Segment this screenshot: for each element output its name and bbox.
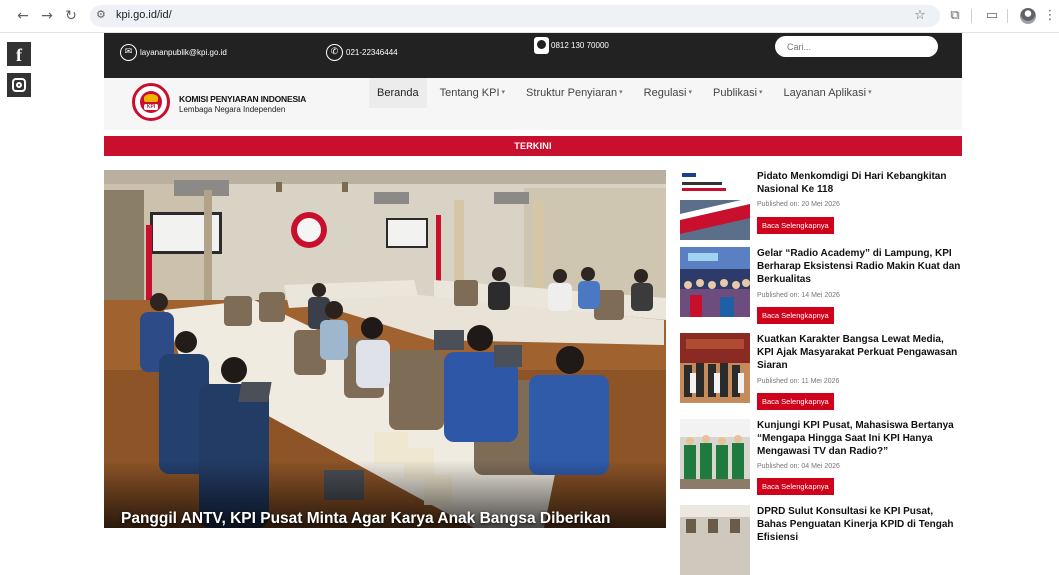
logo-garuda bbox=[144, 94, 158, 102]
brand-name[interactable]: KOMISI PENYIARAN INDONESIA bbox=[179, 94, 306, 104]
news-date: Published on: 14 Mei 2026 bbox=[757, 292, 840, 299]
toolbar-divider bbox=[1007, 9, 1008, 23]
site-header: KPI KOMISI PENYIARAN INDONESIA Lembaga N… bbox=[104, 78, 962, 130]
news-title[interactable]: DPRD Sulut Konsultasi ke KPI Pusat, Baha… bbox=[757, 505, 962, 544]
brand-tagline: Lembaga Negara Independen bbox=[179, 105, 286, 114]
nav-regulasi[interactable]: Regulasi ▾ bbox=[636, 78, 700, 108]
news-thumbnail[interactable] bbox=[680, 505, 750, 575]
whatsapp-text: 0812 130 70000 bbox=[551, 40, 609, 50]
email-contact[interactable]: ✉ layananpublik@kpi.go.id bbox=[120, 42, 227, 62]
news-date: Published on: 04 Mei 2026 bbox=[757, 463, 840, 470]
nav-publikasi[interactable]: Publikasi ▾ bbox=[705, 78, 771, 108]
nav-label: Regulasi bbox=[643, 87, 687, 99]
main-nav: Beranda Tentang KPI ▾ Struktur Penyiaran ▾ Re… bbox=[369, 78, 885, 108]
news-date: Published on: 11 Mei 2026 bbox=[757, 378, 840, 385]
news-title[interactable]: Gelar “Radio Academy” di Lampung, KPI Be… bbox=[757, 247, 962, 286]
news-title[interactable]: Kunjungi KPI Pusat, Mahasiswa Bertanya “… bbox=[757, 419, 962, 458]
chevron-down-icon: ▾ bbox=[619, 89, 623, 97]
section-heading: TERKINI bbox=[104, 136, 962, 156]
instagram-icon[interactable] bbox=[7, 73, 31, 97]
nav-tentang-kpi[interactable]: Tentang KPI ▾ bbox=[432, 78, 513, 108]
hero-feature[interactable]: Panggil ANTV, KPI Pusat Minta Agar Karya… bbox=[104, 170, 666, 528]
nav-label: Tentang KPI bbox=[439, 87, 500, 99]
chevron-down-icon: ▾ bbox=[688, 89, 692, 97]
nav-label: Struktur Penyiaran bbox=[526, 87, 618, 99]
menu-kebab-icon[interactable]: ⋮ bbox=[1041, 7, 1059, 25]
facebook-icon[interactable]: f bbox=[7, 42, 31, 66]
address-bar[interactable]: ⚙ kpi.go.id/id/ bbox=[90, 5, 940, 27]
whatsapp-icon bbox=[534, 36, 549, 54]
site-settings-icon[interactable]: ⚙ bbox=[96, 8, 106, 21]
extensions-icon[interactable]: ⧉ bbox=[946, 7, 964, 25]
search-input[interactable] bbox=[775, 36, 938, 57]
profile-avatar[interactable] bbox=[1020, 8, 1036, 24]
forward-icon[interactable]: → bbox=[38, 7, 56, 25]
bookmark-star-icon[interactable]: ☆ bbox=[911, 7, 929, 25]
url-text[interactable]: kpi.go.id/id/ bbox=[116, 9, 172, 21]
read-more-button[interactable]: Baca Selengkapnya bbox=[757, 217, 834, 234]
phone-contact[interactable]: ✆ 021-22346444 bbox=[326, 42, 398, 62]
contact-bar: ✉ layananpublik@kpi.go.id ✆ 021-22346444… bbox=[104, 33, 962, 78]
news-title[interactable]: Pidato Menkomdigi Di Hari Kebangkitan Na… bbox=[757, 170, 962, 196]
whatsapp-contact[interactable]: 0812 130 70000 bbox=[534, 35, 609, 55]
nav-label: Layanan Aplikasi bbox=[783, 87, 867, 99]
news-date: Published on: 20 Mei 2026 bbox=[757, 201, 840, 208]
reload-icon[interactable]: ↻ bbox=[62, 7, 80, 25]
news-thumbnail[interactable] bbox=[680, 170, 750, 240]
back-icon[interactable]: ← bbox=[14, 7, 32, 25]
chevron-down-icon: ▾ bbox=[868, 89, 872, 97]
cast-icon[interactable]: ▭ bbox=[983, 7, 1001, 25]
nav-beranda[interactable]: Beranda bbox=[369, 78, 427, 108]
news-thumbnail[interactable] bbox=[680, 333, 750, 403]
browser-toolbar: ← → ↻ ⚙ kpi.go.id/id/ ☆ ⧉ ▭ ⋮ bbox=[0, 0, 1059, 33]
news-thumbnail[interactable] bbox=[680, 419, 750, 489]
news-title[interactable]: Kuatkan Karakter Bangsa Lewat Media, KPI… bbox=[757, 333, 962, 372]
facebook-glyph: f bbox=[16, 45, 22, 65]
read-more-button[interactable]: Baca Selengkapnya bbox=[757, 307, 834, 324]
email-icon: ✉ bbox=[120, 43, 137, 61]
instagram-lens bbox=[16, 82, 22, 88]
nav-layanan-aplikasi[interactable]: Layanan Aplikasi ▾ bbox=[776, 78, 880, 108]
read-more-button[interactable]: Baca Selengkapnya bbox=[757, 393, 834, 410]
news-thumbnail[interactable] bbox=[680, 247, 750, 317]
hero-headline[interactable]: Panggil ANTV, KPI Pusat Minta Agar Karya… bbox=[121, 510, 611, 528]
nav-label: Beranda bbox=[377, 87, 419, 99]
email-text: layananpublik@kpi.go.id bbox=[140, 47, 227, 57]
logo-letters: KPI bbox=[144, 104, 158, 110]
read-more-button[interactable]: Baca Selengkapnya bbox=[757, 478, 834, 495]
chevron-down-icon: ▾ bbox=[501, 89, 506, 97]
phone-icon: ✆ bbox=[326, 43, 343, 61]
phone-text: 021-22346444 bbox=[346, 47, 398, 57]
nav-label: Publikasi bbox=[713, 87, 758, 99]
toolbar-divider bbox=[971, 9, 972, 23]
chevron-down-icon: ▾ bbox=[759, 89, 763, 97]
kpi-logo[interactable]: KPI bbox=[132, 83, 170, 121]
hero-photo bbox=[104, 170, 666, 528]
nav-struktur-penyiaran[interactable]: Struktur Penyiaran ▾ bbox=[518, 78, 631, 108]
